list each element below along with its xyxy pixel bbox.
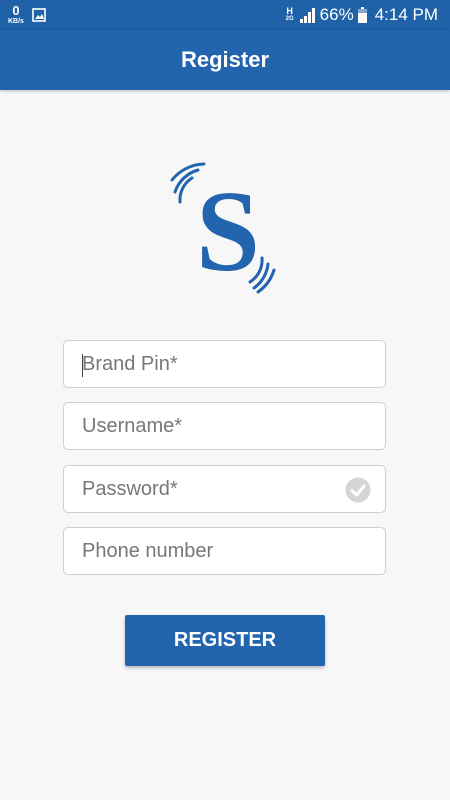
clock: 4:14 PM [374,5,438,24]
brand-pin-input[interactable] [64,341,385,387]
text-cursor [82,354,83,377]
password-input[interactable] [64,466,385,512]
status-left: 0 KB/s [8,4,46,25]
network-type: H [286,6,293,16]
username-field[interactable] [63,402,386,450]
phone-field[interactable] [63,527,386,575]
app-bar: Register [0,30,450,90]
brand-s-logo: S [170,162,276,295]
register-button[interactable]: REGISTER [125,615,325,666]
status-bar: 0 KB/s H 2G 66% 4:14 PM [0,0,450,30]
data-speed-value: 0 [12,3,20,18]
battery-icon [357,7,367,23]
status-right: H 2G 66% 4:14 PM [286,0,438,30]
password-field[interactable] [63,465,386,513]
username-input[interactable] [64,403,385,449]
brand-pin-field[interactable] [63,340,386,388]
svg-text:S: S [196,168,260,295]
battery-percent: 66% [319,5,354,24]
data-speed-indicator: 0 KB/s [8,4,24,25]
data-speed-unit: KB/s [8,18,24,25]
network-type-indicator: H 2G [286,7,294,23]
image-icon [32,7,46,22]
signal-icon [299,8,315,23]
network-subtype: 2G [285,16,294,22]
phone-input[interactable] [64,528,385,574]
check-circle-icon[interactable] [345,477,371,503]
page-title: Register [180,47,270,72]
